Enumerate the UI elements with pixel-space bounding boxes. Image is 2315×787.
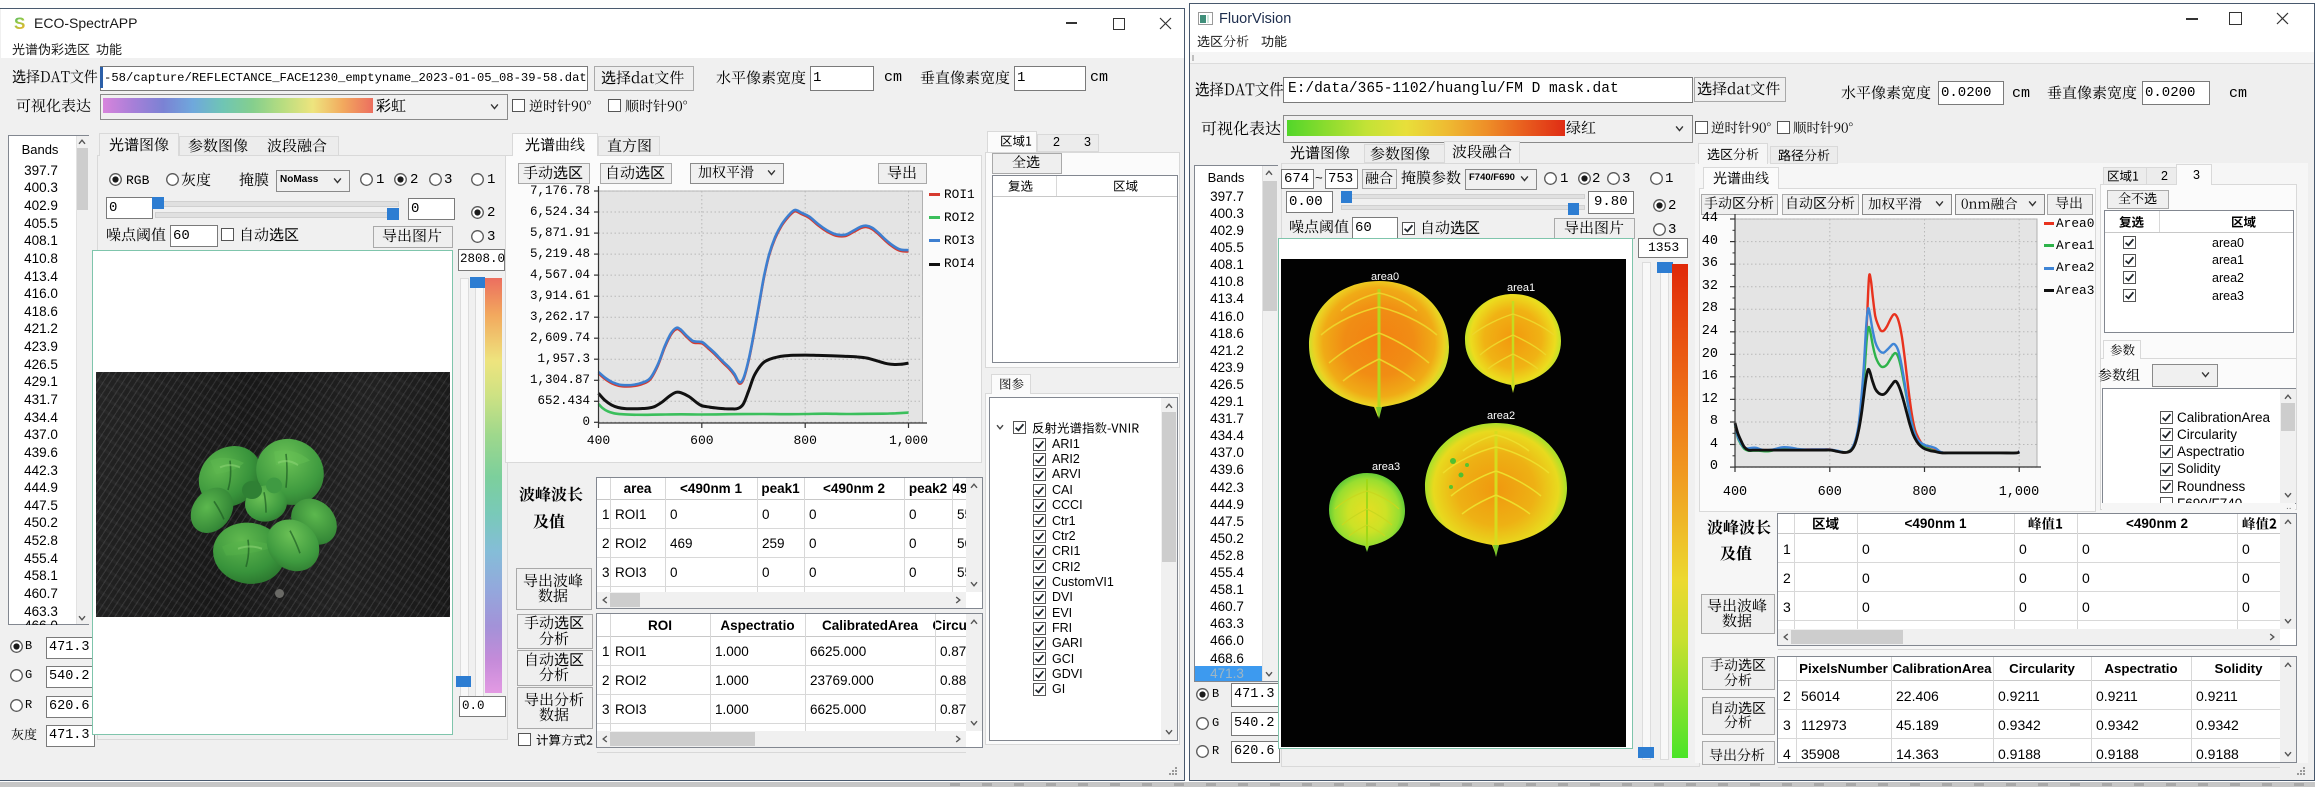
svg-text:S: S <box>14 15 25 32</box>
